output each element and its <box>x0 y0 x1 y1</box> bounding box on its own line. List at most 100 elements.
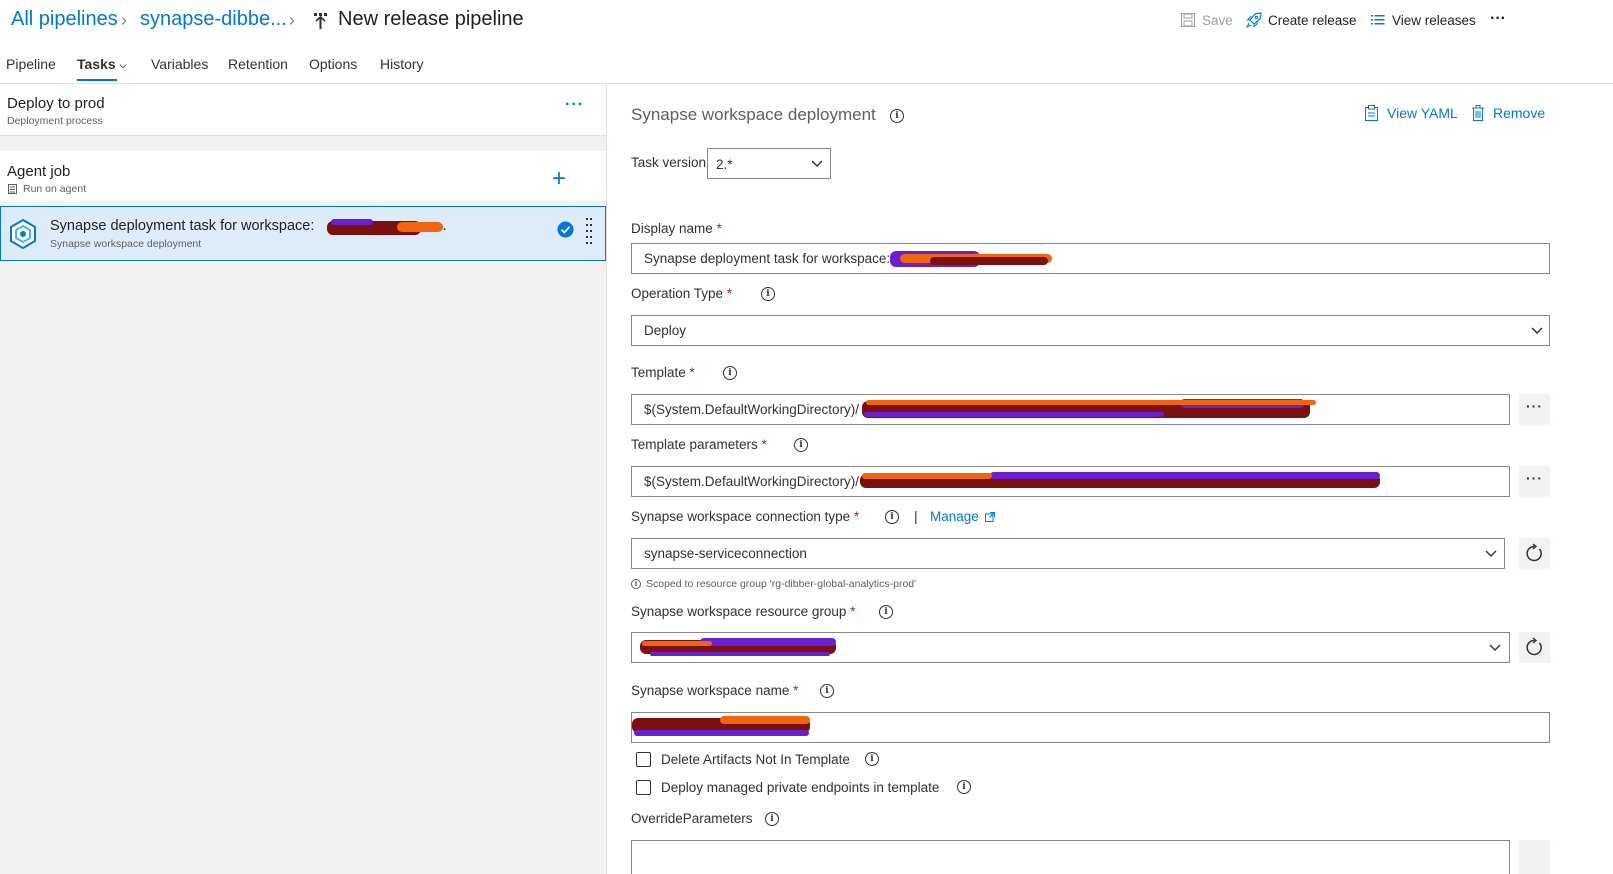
divider-bar: | <box>914 508 918 524</box>
required-marker: * <box>689 365 695 380</box>
info-icon[interactable]: i <box>761 287 775 301</box>
template-value: $(System.DefaultWorkingDirectory)/ <box>644 402 860 417</box>
refresh-icon <box>1526 543 1542 562</box>
tab-tasks[interactable]: Tasks ⌵ <box>77 56 127 81</box>
tab-variables[interactable]: Variables <box>151 56 208 72</box>
stage-header[interactable]: Deploy to prod Deployment process ··· <box>0 84 606 136</box>
delete-artifacts-label: Delete Artifacts Not In Template <box>661 752 850 767</box>
operation-type-label-text: Operation Type <box>631 286 724 301</box>
synapse-icon <box>10 219 36 249</box>
tab-options[interactable]: Options <box>309 56 357 72</box>
info-icon[interactable]: i <box>879 605 893 619</box>
enabled-check-icon[interactable] <box>557 221 574 238</box>
breadcrumb-all-pipelines[interactable]: All pipelines <box>11 8 118 31</box>
view-yaml-label: View YAML <box>1387 105 1458 121</box>
server-icon <box>8 184 17 194</box>
manage-label: Manage <box>930 509 979 524</box>
info-icon[interactable]: i <box>723 366 737 380</box>
required-marker: * <box>761 437 767 452</box>
redaction-mark <box>720 716 810 724</box>
clipboard-icon <box>1365 105 1378 121</box>
tab-retention[interactable]: Retention <box>228 56 288 72</box>
breadcrumb-pipeline[interactable]: synapse-dibbe... <box>140 8 287 31</box>
display-name-label-text: Display name <box>631 221 713 236</box>
redaction-mark <box>634 730 809 736</box>
info-icon[interactable]: i <box>865 752 879 766</box>
redaction-mark <box>990 472 1380 479</box>
override-params-input[interactable] <box>631 840 1510 874</box>
stage-subtitle: Deployment process <box>7 115 103 127</box>
operation-type-select[interactable]: Deploy <box>631 315 1550 346</box>
info-icon[interactable]: i <box>957 780 971 794</box>
agent-job[interactable]: Agent job Run on agent + <box>0 151 606 201</box>
deploy-endpoints-checkbox[interactable] <box>636 780 651 795</box>
delete-artifacts-checkbox[interactable] <box>636 752 651 767</box>
tab-history[interactable]: History <box>380 56 424 72</box>
stage-more-button[interactable]: ··· <box>565 96 584 114</box>
refresh-icon <box>1526 637 1542 656</box>
deploy-endpoints-label: Deploy managed private endpoints in temp… <box>661 780 940 795</box>
breadcrumb-separator-icon: › <box>289 10 295 30</box>
workspace-name-label: Synapse workspace name * <box>631 683 798 698</box>
task-version-value: 2.* <box>716 157 733 172</box>
connection-select[interactable]: synapse-serviceconnection <box>631 538 1505 569</box>
trash-icon <box>1472 105 1484 121</box>
redaction-mark <box>642 641 712 646</box>
info-icon: i <box>631 579 641 589</box>
template-browse-button[interactable]: ··· <box>1519 394 1550 425</box>
chevron-down-icon <box>1489 644 1501 651</box>
template-params-value: $(System.DefaultWorkingDirectory)/ <box>644 474 860 489</box>
template-label: Template * <box>631 365 695 380</box>
view-releases-label: View releases <box>1392 12 1476 28</box>
required-marker: * <box>726 286 733 301</box>
redaction-mark <box>862 473 992 479</box>
manage-link[interactable]: Manage <box>930 509 995 524</box>
task-subtitle: Synapse workspace deployment <box>50 238 202 250</box>
top-bar: All pipelines › synapse-dibbe... › New r… <box>0 0 1613 42</box>
override-params-browse-button[interactable] <box>1519 840 1550 874</box>
panel-divider <box>606 84 607 874</box>
required-marker: * <box>716 221 722 236</box>
chevron-down-icon <box>1531 327 1543 334</box>
save-icon <box>1181 13 1195 27</box>
resource-group-label-text: Synapse workspace resource group <box>631 604 847 619</box>
info-icon[interactable]: i <box>885 510 899 524</box>
save-button[interactable]: Save <box>1180 12 1233 28</box>
redaction-mark <box>700 638 836 646</box>
task-version-select[interactable]: 2.* <box>707 148 831 179</box>
task-item-synapse[interactable]: Synapse deployment task for workspace: a… <box>0 206 606 261</box>
list-icon <box>1371 15 1385 25</box>
connection-type-label-text: Synapse workspace connection type <box>631 509 851 524</box>
required-marker: * <box>853 509 860 524</box>
template-params-label-text: Template parameters <box>631 437 758 452</box>
drag-handle-icon[interactable] <box>585 217 593 247</box>
resource-group-label: Synapse workspace resource group * <box>631 604 855 619</box>
view-yaml-button[interactable]: View YAML <box>1364 105 1458 121</box>
task-panel-title: Synapse workspace deployment <box>631 105 876 124</box>
template-params-label: Template parameters * <box>631 437 767 452</box>
info-icon[interactable]: i <box>820 684 834 698</box>
remove-label: Remove <box>1493 105 1546 121</box>
refresh-connection-button[interactable] <box>1519 538 1550 569</box>
required-marker: * <box>793 683 799 698</box>
stage-title: Deploy to prod <box>7 95 105 112</box>
add-task-button[interactable]: + <box>552 165 566 193</box>
create-release-button[interactable]: Create release <box>1246 12 1357 28</box>
scope-note-text: Scoped to resource group 'rg-dibber-glob… <box>646 578 917 590</box>
info-icon[interactable]: i <box>890 109 904 123</box>
info-icon[interactable]: i <box>765 812 779 826</box>
more-actions-button[interactable]: ··· <box>1490 10 1506 28</box>
display-name-input[interactable]: Synapse deployment task for workspace: <box>631 243 1550 274</box>
tab-pipeline[interactable]: Pipeline <box>6 56 56 72</box>
agent-job-subtitle: Run on agent <box>23 183 87 195</box>
refresh-resource-group-button[interactable] <box>1519 632 1550 663</box>
redaction-mark <box>397 222 443 232</box>
redaction-mark <box>930 257 1048 265</box>
display-name-value: Synapse deployment task for workspace: <box>644 251 891 266</box>
template-params-browse-button[interactable]: ··· <box>1519 466 1550 497</box>
scope-note: i Scoped to resource group 'rg-dibber-gl… <box>631 578 916 590</box>
info-icon[interactable]: i <box>794 438 808 452</box>
remove-button[interactable]: Remove <box>1471 105 1545 121</box>
task-version-label: Task version <box>631 155 707 170</box>
view-releases-button[interactable]: View releases <box>1370 12 1476 28</box>
